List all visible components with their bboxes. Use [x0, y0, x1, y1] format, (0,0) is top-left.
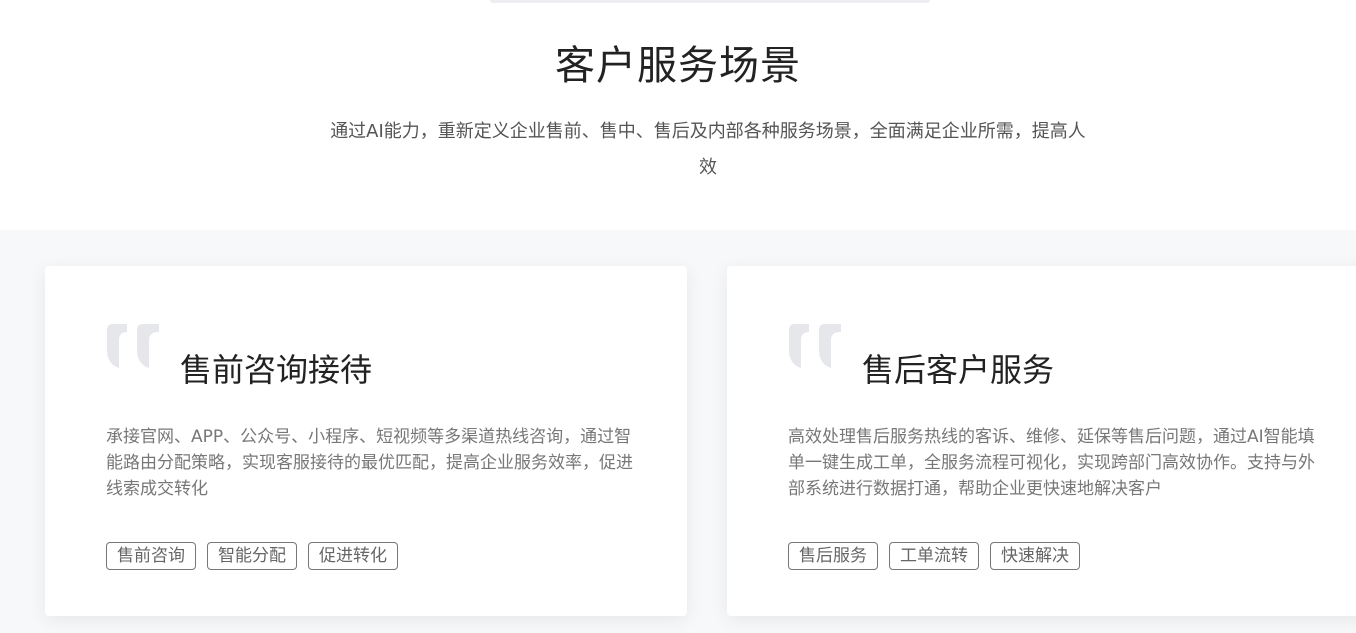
card-title: 售后客户服务	[862, 351, 1055, 389]
card-description: 高效处理售后服务热线的客诉、维修、延保等售后问题，通过AI智能填单一键生成工单，…	[788, 427, 1315, 499]
scenario-card-aftersales[interactable]: 售后客户服务 高效处理售后服务热线的客诉、维修、延保等售后问题，通过AI智能填单…	[727, 266, 1356, 616]
tag-list: 售前咨询 智能分配 促进转化	[106, 542, 398, 570]
page: 客户服务场景 通过AI能力，重新定义企业售前、售中、售后及内部各种服务场景，全面…	[0, 0, 1356, 633]
top-divider	[490, 0, 930, 3]
card-title: 售前咨询接待	[180, 351, 373, 389]
quote-icon	[107, 324, 159, 368]
tag-smart-dispatch[interactable]: 智能分配	[207, 542, 297, 570]
section-subtitle: 通过AI能力，重新定义企业售前、售中、售后及内部各种服务场景，全面满足企业所需，…	[330, 121, 1086, 178]
tag-boost-conversion[interactable]: 促进转化	[308, 542, 398, 570]
card-description: 承接官网、APP、公众号、小程序、短视频等多渠道热线咨询，通过智能路由分配策略，…	[106, 427, 633, 499]
quote-icon	[789, 324, 841, 368]
tag-ticket-flow[interactable]: 工单流转	[889, 542, 979, 570]
scenario-card-presales[interactable]: 售前咨询接待 承接官网、APP、公众号、小程序、短视频等多渠道热线咨询，通过智能…	[45, 266, 687, 616]
tag-fast-resolution[interactable]: 快速解决	[990, 542, 1080, 570]
tag-list: 售后服务 工单流转 快速解决	[788, 542, 1080, 570]
tag-aftersales-service[interactable]: 售后服务	[788, 542, 878, 570]
section-title: 客户服务场景	[555, 43, 801, 89]
tag-presales-consult[interactable]: 售前咨询	[106, 542, 196, 570]
